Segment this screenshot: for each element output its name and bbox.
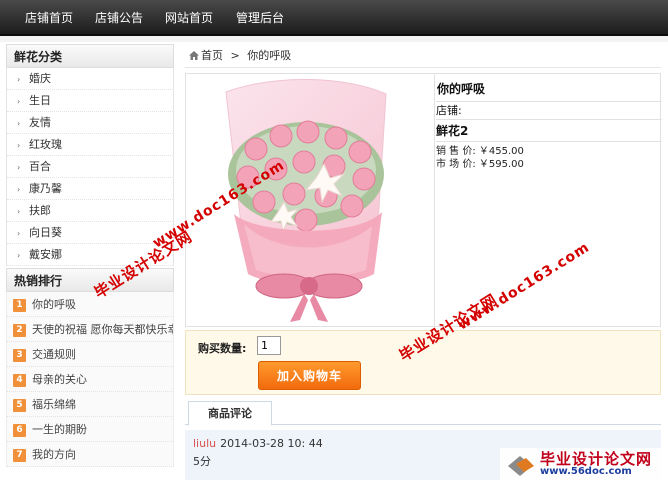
arrow-bullet-icon: › [17,119,21,128]
arrow-bullet-icon: › [17,75,21,84]
category-item[interactable]: › 百合 [7,156,173,178]
nav-shop-notice[interactable]: 店铺公告 [95,0,143,34]
hot-item[interactable]: 6 一生的期盼 [6,417,174,442]
nav-shadow-strip [0,36,668,42]
hot-item[interactable]: 1 你的呼吸 [6,292,174,317]
breadcrumb-home-link[interactable]: 首页 [201,49,223,62]
nav-admin[interactable]: 管理后台 [236,0,284,34]
rank-badge: 6 [13,423,26,437]
hot-item[interactable]: 5 福乐绵绵 [6,392,174,417]
arrow-bullet-icon: › [17,229,21,238]
rank-badge: 7 [13,448,26,462]
rank-badge: 3 [13,348,26,362]
rank-badge: 5 [13,398,26,412]
breadcrumb-current: 你的呼吸 [247,49,292,62]
category-item[interactable]: › 扶郎 [7,200,173,222]
rank-badge: 4 [13,373,26,387]
quantity-label: 购买数量: [198,342,247,355]
quantity-input[interactable] [257,336,281,355]
home-icon [189,51,199,60]
tab-reviews[interactable]: 商品评论 [188,401,272,426]
nav-site-home[interactable]: 网站首页 [165,0,213,34]
breadcrumb: 首页 > 你的呼吸 [185,44,661,68]
arrow-bullet-icon: › [17,251,21,260]
logo-url: www.56doc.com [540,466,632,477]
category-item[interactable]: › 婚庆 [7,68,173,90]
sale-price: 销 售 价: ￥455.00 [436,146,524,157]
hot-item[interactable]: 3 交通规则 [6,342,174,367]
hot-item[interactable]: 2 天使的祝福 愿你每天都快乐幸福 [6,317,174,342]
category-item[interactable]: › 生日 [7,90,173,112]
category-item[interactable]: › 康乃馨 [7,178,173,200]
category-list: › 婚庆 › 生日 › 友情 › 红玫瑰 › 百合 › 康乃馨 › 扶郎 › 向日葵 › 戴安娜 [6,68,174,266]
arrow-bullet-icon: › [17,97,21,106]
product-info: 你的呼吸 店铺: 鲜花2 销 售 价: ￥455.00 市 场 价: ￥595.… [436,74,662,326]
price-block: 销 售 价: ￥455.00 市 场 价: ￥595.00 [436,142,662,171]
review-user[interactable]: liulu [193,437,216,450]
rank-badge: 1 [13,298,26,312]
category-heading: 鲜花分类 [6,44,174,68]
review-header: liulu 2014-03-28 10: 44 [193,437,323,450]
add-to-cart-button[interactable]: 加入购物车 [258,361,361,390]
review-time: 2014-03-28 10: 44 [220,437,323,450]
rank-badge: 2 [13,323,26,337]
nav-shop-home[interactable]: 店铺首页 [25,0,73,34]
category-item[interactable]: › 红玫瑰 [7,134,173,156]
product-name: 你的呼吸 [436,74,662,102]
arrow-bullet-icon: › [17,207,21,216]
arrow-bullet-icon: › [17,141,21,150]
review-score: 5分 [193,455,211,468]
category-item[interactable]: › 友情 [7,112,173,134]
review-tabs: 商品评论 [185,400,661,426]
product-title: 鲜花2 [436,120,662,142]
breadcrumb-separator: > [230,49,240,62]
product-shop: 店铺: [436,102,662,120]
arrow-bullet-icon: › [17,185,21,194]
category-item[interactable]: › 向日葵 [7,222,173,244]
product-detail: 你的呼吸 店铺: 鲜花2 销 售 价: ￥455.00 市 场 价: ￥595.… [185,73,662,327]
hot-item[interactable]: 4 母亲的关心 [6,367,174,392]
arrow-bullet-icon: › [17,163,21,172]
top-nav-bar: 店铺首页 店铺公告 网站首页 管理后台 [0,0,668,36]
hot-item[interactable]: 7 我的方向 [6,442,174,467]
market-price: 市 场 价: ￥595.00 [436,159,524,170]
hot-sales-list: 1 你的呼吸 2 天使的祝福 愿你每天都快乐幸福 3 交通规则 4 母亲的关心 5 福乐绵… [6,292,174,467]
